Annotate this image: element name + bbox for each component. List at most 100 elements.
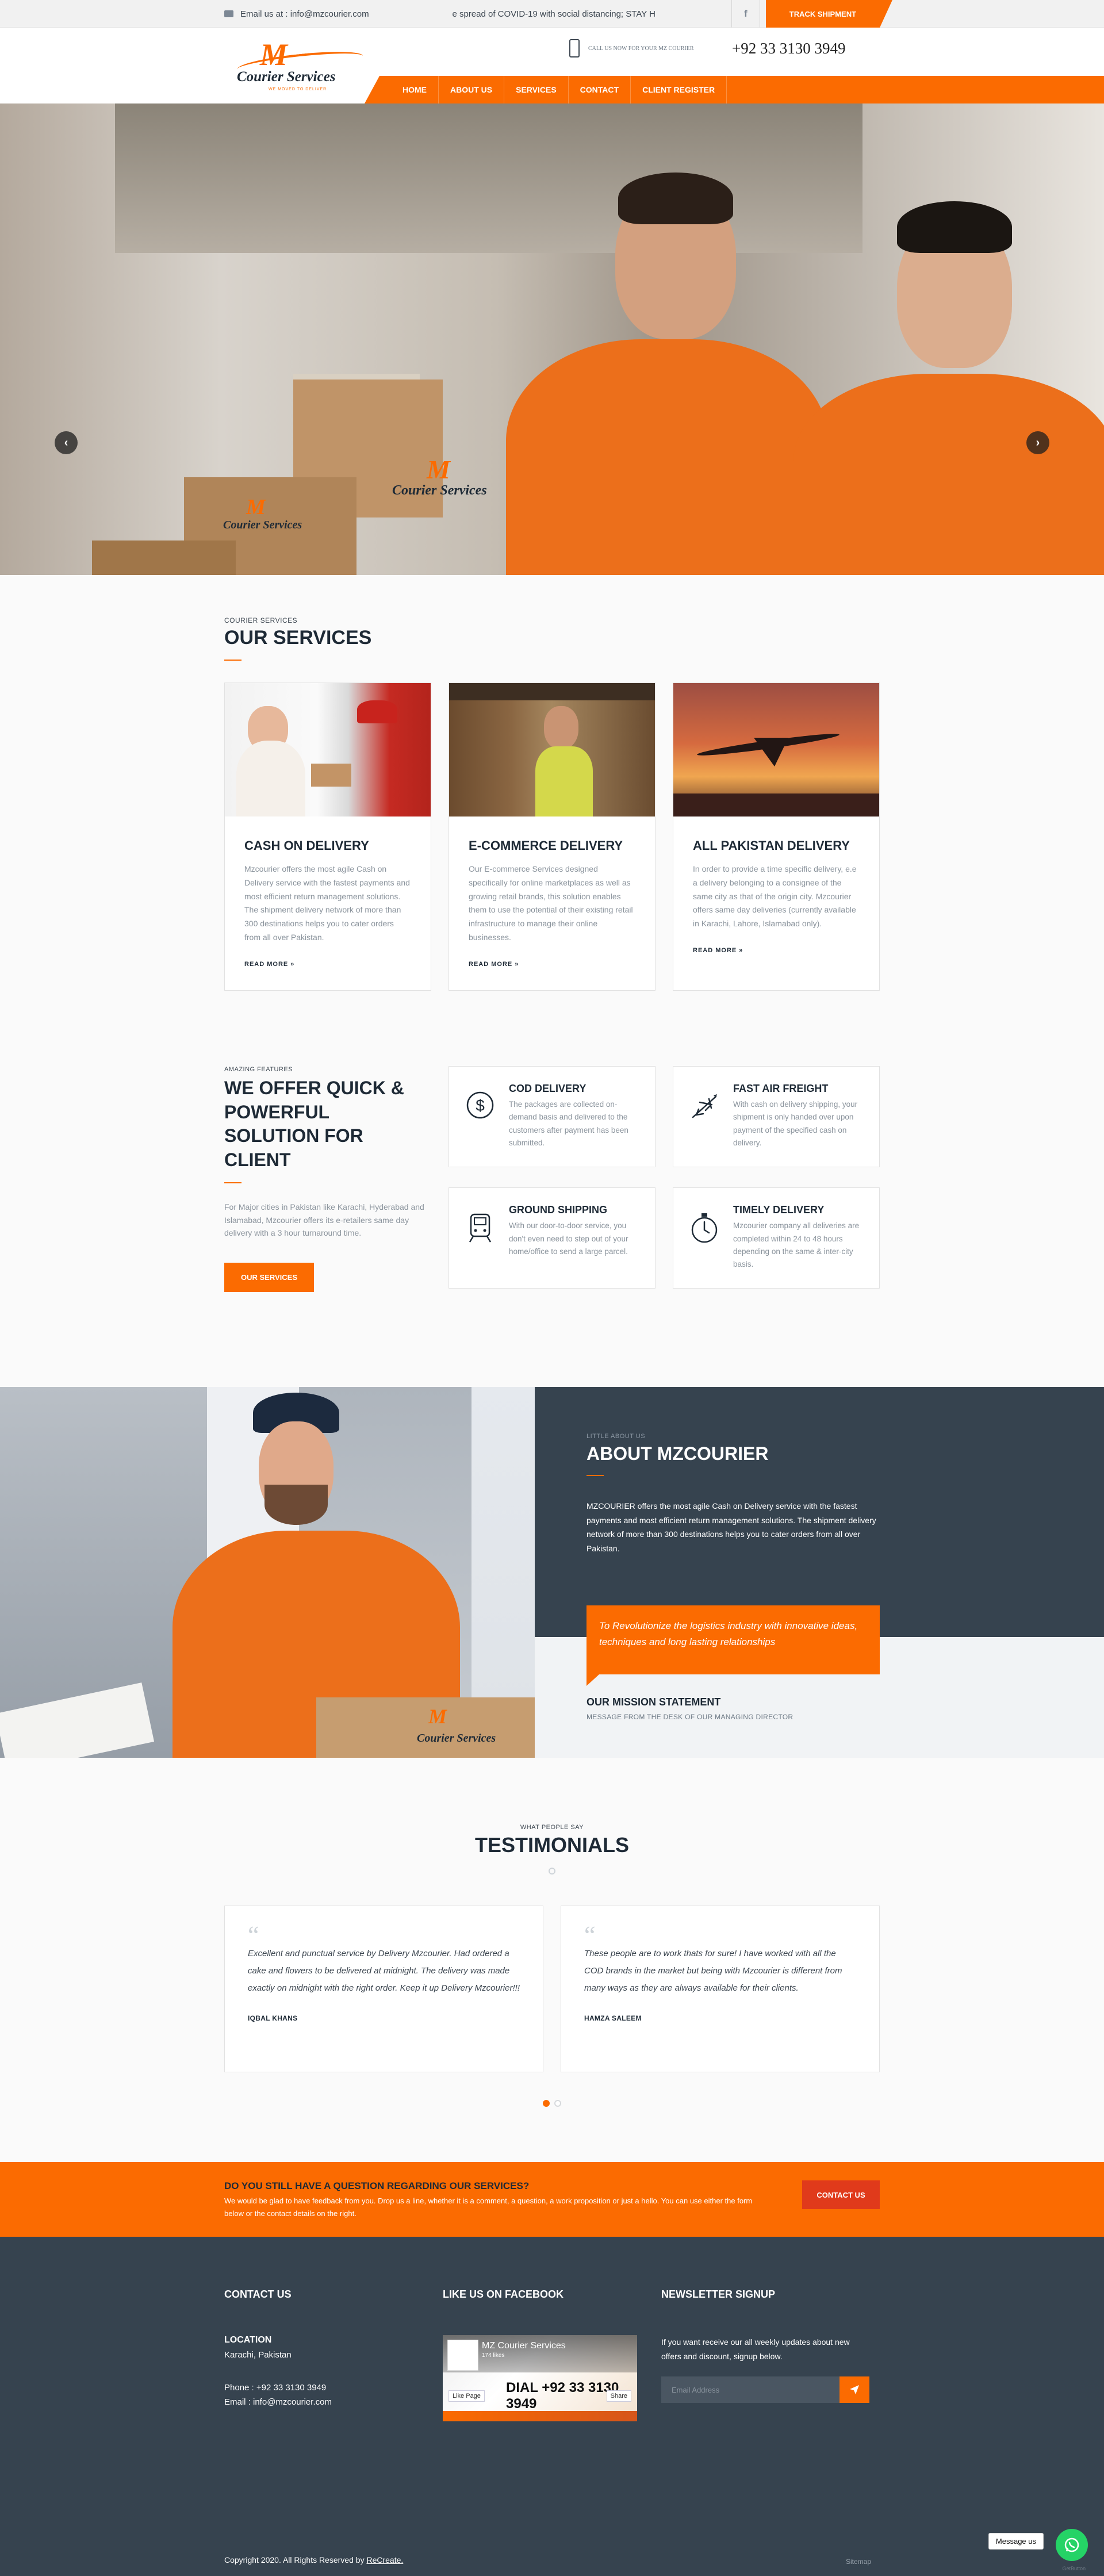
services-section: COURIER SERVICES OUR SERVICES CASH ON DE… xyxy=(0,575,1104,1052)
fb-cover-strip xyxy=(443,2411,637,2421)
service-card-title: CASH ON DELIVERY xyxy=(244,838,369,853)
footer-phone[interactable]: Phone : +92 33 3130 3949 xyxy=(224,2383,443,2393)
testimonial-author: HAMZA SALEEM xyxy=(584,2014,642,2022)
read-more-link[interactable]: READ MORE » xyxy=(244,961,411,968)
title-ring-icon xyxy=(549,1868,555,1874)
read-more-link[interactable]: READ MORE » xyxy=(469,961,635,968)
mobile-phone-icon xyxy=(569,39,580,57)
fb-page-likes: 174 likes xyxy=(482,2352,505,2359)
logo-name: Courier Services xyxy=(237,69,336,85)
pager-dot-active[interactable] xyxy=(543,2100,550,2107)
service-card-image xyxy=(673,683,879,816)
read-more-link[interactable]: READ MORE » xyxy=(693,947,860,954)
copyright-link[interactable]: ReCreate. xyxy=(366,2555,403,2564)
about-section: M Courier Services LITTLE ABOUT US ABOUT… xyxy=(0,1387,1104,1758)
feature-grid: $ COD DELIVERY The packages are collecte… xyxy=(448,1066,880,1292)
sitemap-link[interactable]: Sitemap xyxy=(846,2558,871,2566)
services-title: OUR SERVICES xyxy=(224,627,372,649)
hero-worker-uniform xyxy=(793,374,1104,575)
call-block: CALL US NOW FOR YOUR MZ COURIER +92 33 3… xyxy=(569,39,845,57)
slider-next-arrow-icon[interactable]: › xyxy=(1026,431,1049,454)
mission-statement: OUR MISSION STATEMENT MESSAGE FROM THE D… xyxy=(586,1696,793,1721)
hero-box-logo: M Courier Services xyxy=(223,494,344,546)
features-title: WE OFFER QUICK & POWERFUL SOLUTION FOR C… xyxy=(224,1078,404,1170)
testimonial-card: “ Excellent and punctual service by Deli… xyxy=(224,1906,543,2072)
nav-services[interactable]: SERVICES xyxy=(504,76,569,103)
getbutton-credit: GetButton xyxy=(1062,2566,1086,2571)
hero-worker-uniform xyxy=(506,339,828,575)
footer-location-title: LOCATION xyxy=(224,2335,272,2345)
about-beard xyxy=(264,1485,328,1525)
service-card-image xyxy=(225,683,431,816)
fb-share-button[interactable]: Share xyxy=(606,2390,631,2402)
hero-logo-name: Courier Services xyxy=(223,519,302,531)
footer-newsletter: NEWSLETTER SIGNUP If you want receive ou… xyxy=(661,2288,880,2421)
quote-icon: “ xyxy=(248,1921,259,1949)
testimonial-pager xyxy=(224,2100,880,2107)
hero-box-logo: M Courier Services xyxy=(392,454,513,506)
about-kicker: LITTLE ABOUT US xyxy=(586,1433,646,1440)
title-underline xyxy=(586,1475,604,1476)
slider-prev-arrow-icon[interactable]: ‹ xyxy=(55,431,78,454)
footer-email[interactable]: Email : info@mzcourier.com xyxy=(224,2397,443,2407)
mission-quote: To Revolutionize the logistics industry … xyxy=(586,1605,880,1686)
features-section: AMAZING FEATURES WE OFFER QUICK & POWERF… xyxy=(0,1052,1104,1387)
feature-box: FAST AIR FREIGHT With cash on delivery s… xyxy=(673,1066,880,1167)
about-photo: M Courier Services xyxy=(0,1387,535,1758)
nav-contact[interactable]: CONTACT xyxy=(569,76,631,103)
copyright-text: Copyright 2020. All Rights Reserved by xyxy=(224,2555,367,2564)
fb-like-page-button[interactable]: Like Page xyxy=(448,2390,485,2402)
top-email-text: Email us at : info@mzcourier.com xyxy=(240,9,369,19)
mission-subtitle: MESSAGE FROM THE DESK OF OUR MANAGING DI… xyxy=(586,1713,793,1721)
about-parcel: M Courier Services xyxy=(316,1697,535,1758)
header: M Courier Services WE MOVED TO DELIVER C… xyxy=(0,28,1104,103)
train-icon xyxy=(463,1204,497,1288)
facebook-page-widget[interactable]: MZ Courier Services 174 likes DIAL +92 3… xyxy=(443,2335,637,2421)
feature-box: $ COD DELIVERY The packages are collecte… xyxy=(448,1066,656,1167)
testimonials-title: TESTIMONIALS xyxy=(475,1833,629,1857)
cta-text: We would be glad to have feedback from y… xyxy=(224,2196,753,2218)
fb-page-name[interactable]: MZ Courier Services xyxy=(482,2341,566,2351)
top-email[interactable]: Email us at : info@mzcourier.com xyxy=(224,9,452,19)
top-bar: Email us at : info@mzcourier.com e sprea… xyxy=(0,0,1104,28)
nav-about-us[interactable]: ABOUT US xyxy=(439,76,505,103)
service-card-text: Our E-commerce Services designed specifi… xyxy=(469,864,633,942)
service-card: CASH ON DELIVERY Mzcourier offers the mo… xyxy=(224,683,431,991)
stopwatch-icon xyxy=(687,1204,722,1288)
pager-dot[interactable] xyxy=(554,2100,561,2107)
testimonial-card: “ These people are to work thats for sur… xyxy=(561,1906,880,2072)
nav-home[interactable]: HOME xyxy=(391,76,439,103)
mission-title: OUR MISSION STATEMENT xyxy=(586,1696,721,1708)
about-text: MZCOURIER offers the most agile Cash on … xyxy=(586,1501,876,1553)
cta-banner: DO YOU STILL HAVE A QUESTION REGARDING O… xyxy=(0,2162,1104,2237)
nav-client-register[interactable]: CLIENT REGISTER xyxy=(631,76,727,103)
newsletter-title: NEWSLETTER SIGNUP xyxy=(661,2288,776,2300)
dollar-icon: $ xyxy=(463,1083,497,1167)
quote-icon: “ xyxy=(584,1921,596,1949)
feature-box: TIMELY DELIVERY Mzcourier company all de… xyxy=(673,1187,880,1289)
hero-worker-hair xyxy=(897,201,1012,253)
hero-worker-hair xyxy=(618,172,733,224)
features-kicker: AMAZING FEATURES xyxy=(224,1066,293,1073)
copyright: Copyright 2020. All Rights Reserved by R… xyxy=(224,2555,403,2564)
about-logo-mark: M xyxy=(428,1705,447,1728)
message-us-bubble[interactable]: Message us xyxy=(988,2533,1044,2550)
about-logo-name: Courier Services xyxy=(417,1732,496,1745)
newsletter-email-input[interactable] xyxy=(661,2376,839,2404)
feature-text: The packages are collected on-demand bas… xyxy=(509,1100,628,1147)
send-icon[interactable] xyxy=(839,2376,869,2404)
hero-slider: M Courier Services M Courier Services ‹ … xyxy=(0,103,1104,575)
logo[interactable]: M Courier Services WE MOVED TO DELIVER xyxy=(236,34,364,98)
services-kicker: COURIER SERVICES xyxy=(224,616,298,624)
facebook-icon[interactable]: f xyxy=(731,0,760,28)
testimonial-text: These people are to work thats for sure!… xyxy=(584,1949,842,1993)
track-shipment-button[interactable]: TRACK SHIPMENT xyxy=(765,0,893,28)
envelope-icon xyxy=(224,10,233,17)
phone-number[interactable]: +92 33 3130 3949 xyxy=(732,40,845,57)
hero-logo-mark: M xyxy=(427,455,450,484)
contact-us-button[interactable]: CONTACT US xyxy=(802,2180,880,2209)
our-services-button[interactable]: OUR SERVICES xyxy=(224,1262,315,1292)
whatsapp-icon[interactable] xyxy=(1056,2529,1088,2561)
hero-worker-right xyxy=(793,201,1104,575)
service-cards: CASH ON DELIVERY Mzcourier offers the mo… xyxy=(224,683,880,991)
